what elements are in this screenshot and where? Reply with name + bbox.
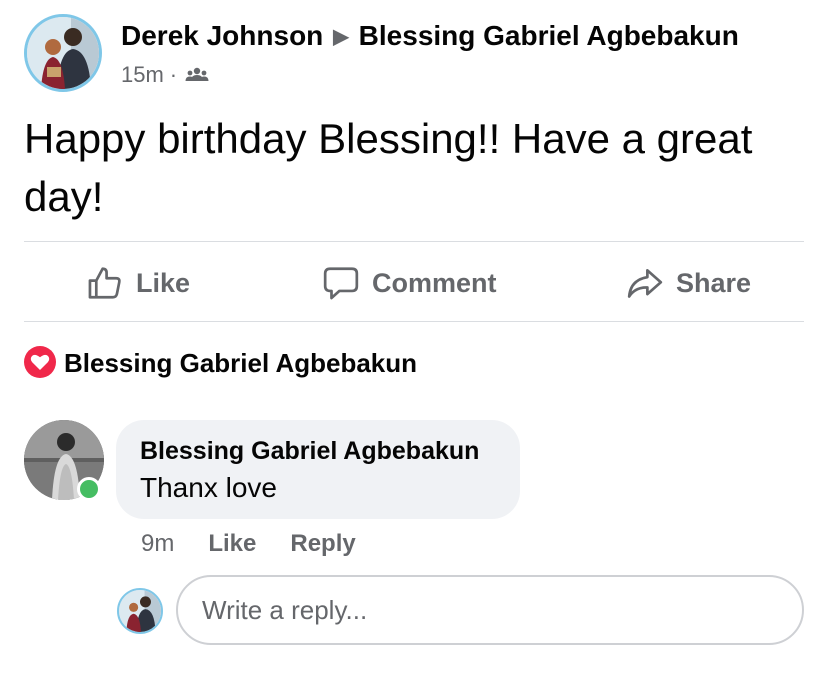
post-header: Derek Johnson ▶ Blessing Gabriel Agbebak… — [121, 20, 739, 52]
post-target-name[interactable]: Blessing Gabriel Agbebakun — [359, 20, 739, 52]
post-text: Happy birthday Blessing!! Have a great d… — [24, 115, 753, 220]
share-button[interactable]: Share — [626, 258, 751, 308]
author-avatar-image — [27, 17, 99, 89]
love-heart-icon[interactable] — [24, 346, 56, 378]
comment-icon — [323, 267, 359, 300]
comment-bubble[interactable]: Blessing Gabriel Agbebakun Thanx love — [116, 420, 520, 519]
comment-reply-button[interactable]: Reply — [290, 530, 355, 558]
divider-bottom — [24, 321, 804, 322]
comment-text: Thanx love — [140, 472, 277, 503]
comment-timestamp[interactable]: 9m — [141, 530, 174, 558]
comment-button[interactable]: Comment — [322, 258, 497, 308]
like-button[interactable]: Like — [86, 258, 190, 308]
divider-top — [24, 241, 804, 242]
meta-separator: · — [169, 62, 178, 87]
share-label: Share — [676, 267, 752, 298]
current-user-avatar-image — [119, 590, 161, 632]
comment-label: Comment — [372, 267, 497, 298]
comment-author-name[interactable]: Blessing Gabriel Agbebakun — [140, 435, 496, 467]
shared-to-arrow-icon: ▶ — [333, 25, 349, 48]
comment-actions: 9m Like Reply — [141, 530, 390, 558]
friends-icon[interactable] — [185, 66, 209, 84]
online-status-indicator — [77, 477, 101, 501]
post-author-name[interactable]: Derek Johnson — [121, 20, 323, 52]
heart-glyph — [30, 354, 50, 370]
thumbs-up-icon — [88, 267, 121, 299]
reaction-user-name[interactable]: Blessing Gabriel Agbebakun — [64, 348, 417, 379]
reply-input[interactable] — [176, 575, 804, 645]
comment-like-button[interactable]: Like — [208, 530, 256, 558]
post-timestamp[interactable]: 15m — [121, 62, 164, 88]
post-meta: 15m · — [121, 62, 209, 88]
author-avatar[interactable] — [24, 14, 102, 92]
like-label: Like — [136, 267, 191, 298]
share-arrow-icon — [627, 268, 663, 298]
current-user-avatar[interactable] — [117, 588, 163, 634]
